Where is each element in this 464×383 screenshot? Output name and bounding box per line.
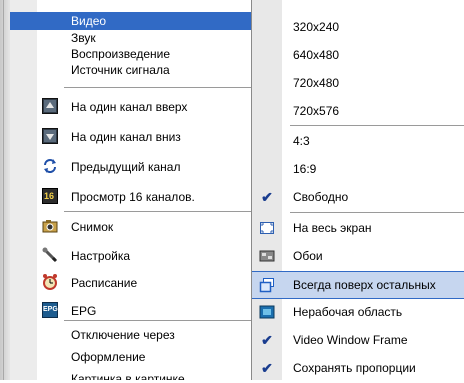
always-on-top-icon	[259, 277, 275, 293]
menu-separator	[64, 320, 264, 321]
channel-up-icon	[42, 98, 58, 114]
menu-item-label: Звук	[71, 31, 96, 45]
menu-item-view-16-channels[interactable]: 16 Просмотр 16 каналов.	[10, 182, 266, 210]
menu-item-label: Видео	[71, 14, 107, 28]
submenu-item-wallpaper[interactable]: Обои	[252, 243, 464, 271]
menu-item-label: Предыдущий канал	[71, 160, 181, 174]
sixteen-channels-icon-text: 16	[44, 191, 55, 201]
menu-item-sound[interactable]: Звук	[10, 30, 266, 46]
submenu-item-640x480[interactable]: 640x480	[252, 42, 464, 70]
menu-separator	[64, 87, 264, 88]
submenu-item-label: Video Window Frame	[293, 333, 408, 347]
submenu-item-label: 4:3	[293, 134, 310, 148]
submenu-item-non-client-area[interactable]: Нерабочая область	[252, 299, 464, 327]
submenu-item-320x240[interactable]: 320x240	[252, 14, 464, 42]
menu-item-label: Источник сигнала	[71, 63, 170, 77]
epg-icon-text: EPG	[43, 306, 58, 313]
menu-item-label: Расписание	[71, 276, 138, 290]
submenu-item-720x480[interactable]: 720x480	[252, 70, 464, 98]
fullscreen-icon	[259, 220, 275, 236]
menu-item-signal-source[interactable]: Источник сигнала	[10, 62, 266, 80]
menu-item-label: Воспроизведение	[71, 47, 171, 61]
checkmark-icon: ✔	[261, 360, 273, 376]
submenu-item-label: Нерабочая область	[293, 305, 403, 319]
menu-item-label: Настройка	[71, 249, 131, 263]
menu-item-label: EPG	[71, 304, 97, 318]
submenu-item-label: На весь экран	[293, 221, 372, 235]
menu-item-channel-up[interactable]: На один канал вверх	[10, 92, 266, 120]
submenu-separator	[290, 125, 464, 126]
menu-item-label: На один канал вверх	[71, 100, 188, 114]
menu-item-snapshot[interactable]: Снимок	[10, 214, 266, 240]
submenu-item-label: 16:9	[293, 162, 317, 176]
submenu-item-720x576[interactable]: 720x576	[252, 98, 464, 126]
menu-item-playback[interactable]: Воспроизведение	[10, 46, 266, 62]
submenu-item-fullscreen[interactable]: На весь экран	[252, 215, 464, 243]
menu-item-picture-in-picture[interactable]: Картинка в картинке	[10, 369, 266, 380]
submenu-item-label: 720x480	[293, 76, 340, 90]
non-client-area-icon	[259, 304, 275, 320]
menu-item-label: Оформление	[71, 350, 146, 364]
video-submenu: 320x240 640x480 720x480 720x576 4:3 16:9…	[251, 0, 464, 380]
alarm-clock-icon	[42, 274, 58, 290]
menu-item-previous-channel[interactable]: Предыдущий канал	[10, 152, 266, 180]
menu-item-label: Картинка в картинке	[71, 372, 185, 380]
epg-icon: EPG	[42, 302, 58, 318]
menu-item-schedule[interactable]: Расписание	[10, 270, 266, 296]
checkmark-icon: ✔	[261, 332, 273, 348]
menu-item-label: Просмотр 16 каналов.	[71, 190, 195, 204]
submenu-item-aspect-4-3[interactable]: 4:3	[252, 128, 464, 156]
submenu-item-label: 640x480	[293, 48, 340, 62]
menu-item-label: Снимок	[71, 220, 114, 234]
submenu-item-always-on-top[interactable]: Всегда поверх остальных	[252, 271, 464, 299]
menu-item-shutdown-after[interactable]: Отключение через	[10, 325, 266, 345]
camera-icon	[42, 218, 58, 234]
sixteen-channels-icon: 16	[42, 188, 58, 204]
menu-item-appearance[interactable]: Оформление	[10, 347, 266, 367]
menu-item-label: Отключение через	[71, 328, 175, 342]
menu-item-video[interactable]: Видео	[10, 12, 266, 30]
submenu-item-label: Обои	[293, 249, 323, 263]
submenu-item-label: Сохранять пропорции	[293, 361, 416, 375]
context-menu: Видео Звук Воспроизведение Источник сигн…	[10, 0, 267, 380]
submenu-item-free-aspect[interactable]: ✔ Свободно	[252, 184, 464, 212]
submenu-item-label: 320x240	[293, 20, 340, 34]
menu-item-settings[interactable]: Настройка	[10, 242, 266, 268]
window-edge	[0, 0, 10, 380]
submenu-item-label: Всегда поверх остальных	[293, 278, 436, 292]
submenu-item-video-window-frame[interactable]: ✔ Video Window Frame	[252, 327, 464, 355]
submenu-item-label: Свободно	[293, 190, 349, 204]
previous-channel-icon	[42, 158, 58, 174]
submenu-item-keep-proportions[interactable]: ✔ Сохранять пропорции	[252, 355, 464, 383]
menu-item-label: На один канал вниз	[71, 130, 181, 144]
submenu-separator	[290, 212, 464, 213]
settings-tool-icon	[42, 247, 58, 263]
checkmark-icon: ✔	[261, 189, 273, 205]
channel-down-icon	[42, 128, 58, 144]
submenu-item-aspect-16-9[interactable]: 16:9	[252, 156, 464, 184]
menu-separator	[64, 211, 264, 212]
wallpaper-icon	[259, 248, 275, 264]
menu-item-channel-down[interactable]: На один канал вниз	[10, 122, 266, 150]
submenu-item-label: 720x576	[293, 104, 340, 118]
